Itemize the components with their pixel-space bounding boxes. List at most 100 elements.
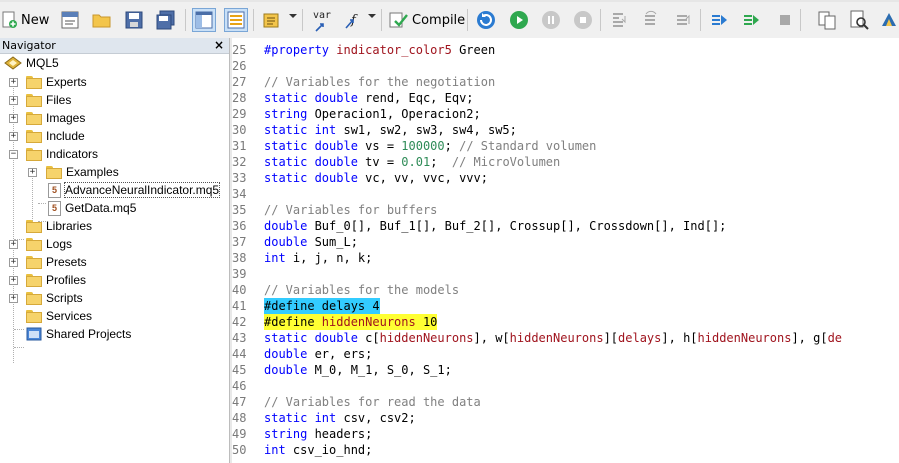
code-token: static int [264, 123, 337, 137]
save-all-button[interactable] [154, 8, 178, 32]
find-button[interactable] [847, 8, 871, 32]
expand-icon[interactable]: + [9, 96, 18, 105]
code-line-41-highlighted[interactable]: #define delays 4 [264, 298, 380, 314]
code-line-37[interactable]: double Sum_L; [264, 234, 358, 250]
stop-button[interactable] [571, 8, 595, 32]
code-token: ; [430, 155, 452, 169]
code-line-50[interactable]: int csv_io_hnd; [264, 442, 372, 458]
tree-item-label: Libraries [46, 219, 93, 233]
code-line-43[interactable]: static double c[hiddenNeurons], w[hidden… [264, 330, 842, 346]
code-line-48[interactable]: static int csv, csv2; [264, 410, 416, 426]
code-line-25[interactable]: #property indicator_color5 Green [264, 42, 495, 58]
styler-dropdown-arrow[interactable] [289, 14, 297, 18]
expand-icon[interactable]: + [28, 168, 37, 177]
code-line-44[interactable]: double er, ers; [264, 346, 372, 362]
new-button-label: New [21, 12, 50, 28]
mq5-file-icon: 5 [48, 200, 61, 216]
new-button[interactable]: New [2, 7, 49, 33]
start-profiling-button[interactable] [740, 8, 764, 32]
code-line-28[interactable]: static double rend, Eqc, Eqv; [264, 90, 474, 106]
new-project-button[interactable] [58, 8, 82, 32]
expand-icon[interactable]: + [9, 114, 18, 123]
code-token: ], h[ [661, 331, 698, 345]
expand-icon[interactable]: + [9, 276, 18, 285]
tree-item-libraries[interactable]: Libraries [26, 217, 92, 235]
toolbox-toggle-button[interactable] [224, 8, 248, 32]
folder-open-icon [26, 147, 42, 161]
start-debug-real-button[interactable] [474, 8, 498, 32]
code-macro: hiddenNeurons [321, 315, 416, 329]
code-line-33[interactable]: static double vc, vv, vvc, vvv; [264, 170, 488, 186]
code-token: double [264, 363, 308, 377]
tree-item-shared-projects[interactable]: Shared Projects [26, 325, 131, 343]
close-icon[interactable]: × [214, 38, 224, 53]
code-line-30[interactable]: static int sw1, sw2, sw3, sw4, sw5; [264, 122, 517, 138]
tree-item-indicators[interactable]: Indicators [26, 145, 98, 163]
code-token: er, ers; [307, 347, 373, 361]
code-token: #define delays 4 [264, 299, 380, 313]
code-line-35[interactable]: // Variables for buffers [264, 202, 437, 218]
tree-item-scripts[interactable]: Scripts [26, 289, 83, 307]
tree-item-logs[interactable]: Logs [26, 235, 72, 253]
expand-icon[interactable]: + [9, 240, 18, 249]
toolbar-separator [253, 9, 254, 31]
pause-button[interactable] [539, 8, 563, 32]
code-line-27[interactable]: // Variables for the negotiation [264, 74, 495, 90]
open-button[interactable] [90, 8, 114, 32]
code-token: Green [451, 43, 496, 57]
folder-icon [26, 129, 42, 143]
tree-item-include[interactable]: Include [26, 127, 85, 145]
code-line-32[interactable]: static double tv = 0.01; // MicroVolumen [264, 154, 560, 170]
tree-item-label: Services [46, 309, 93, 323]
start-debug-button[interactable] [507, 8, 531, 32]
tree-item-advanceneuralindicator[interactable]: 5 AdvanceNeuralIndicator.mq5 [48, 181, 221, 199]
tree-item-experts[interactable]: Experts [26, 73, 87, 91]
tree-item-profiles[interactable]: Profiles [26, 271, 86, 289]
tree-root-mql5[interactable]: MQL5 [4, 54, 59, 72]
tree-item-files[interactable]: Files [26, 91, 71, 109]
insert-variable-button[interactable]: var [309, 8, 335, 32]
tree-item-examples[interactable]: Examples [46, 163, 119, 181]
insert-function-button[interactable]: f [342, 8, 366, 32]
code-line-38[interactable]: int i, j, n, k; [264, 250, 372, 266]
tree-item-label: Experts [46, 75, 87, 89]
expand-icon[interactable]: + [9, 258, 18, 267]
tree-item-label: Files [46, 93, 72, 107]
tree-item-images[interactable]: Images [26, 109, 85, 127]
mql5-logo-icon [4, 56, 22, 70]
tree-item-services[interactable]: Services [26, 307, 92, 325]
tree-item-label: Scripts [46, 291, 83, 305]
expand-icon[interactable]: + [9, 132, 18, 141]
function-dropdown-arrow[interactable] [368, 14, 376, 18]
code-line-42-highlighted[interactable]: #define hiddenNeurons 10 [264, 314, 438, 330]
code-line-47[interactable]: // Variables for read the data [264, 394, 481, 410]
code-line-29[interactable]: string Operacion1, Operacion2; [264, 106, 481, 122]
expand-icon[interactable]: + [9, 78, 18, 87]
code-line-36[interactable]: double Buf_0[], Buf_1[], Buf_2[], Crossu… [264, 218, 726, 234]
copy-button[interactable] [815, 8, 839, 32]
code-token: static double [264, 139, 358, 153]
code-line-49[interactable]: string headers; [264, 426, 372, 442]
save-button[interactable] [122, 8, 146, 32]
stop-profiling-button[interactable] [773, 8, 797, 32]
code-token: double [264, 347, 308, 361]
step-out-button[interactable] [671, 8, 695, 32]
code-line-45[interactable]: double M_0, M_1, S_0, S_1; [264, 362, 452, 378]
code-editor[interactable]: 25 26 27 28 29 30 31 32 33 34 35 36 37 3… [232, 38, 899, 463]
styler-button[interactable] [260, 8, 284, 32]
step-over-button[interactable] [639, 8, 663, 32]
collapse-icon[interactable]: − [9, 150, 18, 159]
code-macro: de [827, 331, 843, 345]
expand-icon[interactable]: + [9, 294, 18, 303]
tree-item-getdata[interactable]: 5 GetData.mq5 [48, 199, 136, 217]
code-line-40[interactable]: // Variables for the models [264, 282, 459, 298]
code-token: c[ [357, 331, 380, 345]
code-line-31[interactable]: static double vs = 100000; // Standard v… [264, 138, 596, 154]
tree-item-presets[interactable]: Presets [26, 253, 87, 271]
navigator-toggle-button[interactable] [192, 8, 216, 32]
compile-button[interactable]: Compile [389, 7, 465, 33]
more-toolbar-button[interactable] [879, 8, 899, 32]
step-into-button[interactable] [607, 8, 631, 32]
start-profiling-real-button[interactable] [708, 8, 732, 32]
tree-item-label: Logs [46, 237, 73, 251]
